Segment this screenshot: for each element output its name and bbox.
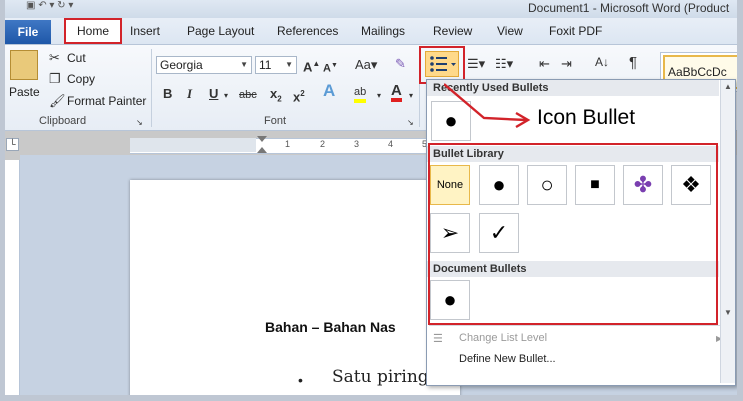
subscript-icon[interactable]: x2	[270, 87, 282, 107]
indent-marker[interactable]	[257, 136, 267, 142]
paste-icon[interactable]	[10, 50, 38, 80]
scroll-up-icon[interactable]: ▲	[724, 82, 732, 91]
strikethrough-icon[interactable]: abc	[239, 88, 257, 102]
bold-icon[interactable]: B	[163, 87, 172, 101]
multilevel-list-icon[interactable]: ☷▾	[495, 57, 513, 71]
increase-indent-icon[interactable]: ⇥	[561, 57, 572, 71]
shrink-font-icon[interactable]: A▼	[323, 59, 338, 76]
window-frame	[737, 0, 743, 401]
font-group-label: Font	[264, 115, 287, 127]
font-name-combo[interactable]: Georgia ▼	[156, 56, 252, 74]
tab-page-layout[interactable]: Page Layout	[187, 24, 254, 38]
ruler-number: 3	[354, 139, 360, 149]
chevron-down-icon: ▼	[285, 60, 293, 69]
font-launcher-icon[interactable]: ↘	[407, 116, 414, 130]
ruler-number: 4	[388, 139, 394, 149]
group-separator	[151, 49, 152, 127]
superscript-icon[interactable]: x2	[293, 87, 305, 104]
ruler-number: 2	[320, 139, 326, 149]
format-painter-button[interactable]: Format Painter	[67, 94, 146, 108]
highlight-label: ab	[354, 86, 367, 98]
define-new-bullet-item[interactable]: Define New Bullet...	[459, 353, 556, 365]
tab-mailings[interactable]: Mailings	[361, 24, 405, 38]
tab-insert[interactable]: Insert	[130, 24, 160, 38]
text-effects-icon[interactable]: A	[323, 82, 335, 99]
change-case-label: Aa	[355, 57, 371, 72]
vertical-ruler[interactable]	[5, 160, 20, 395]
quick-access-toolbar[interactable]: ▣ ↶ ▾ ↻ ▾	[26, 0, 73, 11]
window-frame	[0, 0, 5, 401]
bullets-button-inner	[425, 51, 459, 77]
paste-button[interactable]: Paste	[9, 85, 40, 99]
change-case-icon[interactable]: Aa▾	[355, 58, 377, 72]
chevron-down-icon: ▼	[240, 60, 248, 69]
tab-review[interactable]: Review	[433, 24, 472, 38]
clear-formatting-icon[interactable]: ✎	[395, 57, 406, 71]
list-level-icon: ☰	[433, 333, 443, 345]
indent-marker[interactable]	[257, 147, 267, 153]
ribbon-tabs: File Home Insert Page Layout References …	[5, 18, 737, 45]
change-list-level-item[interactable]: Change List Level	[459, 332, 547, 344]
copy-icon: ❐	[49, 71, 61, 86]
italic-icon[interactable]: I	[187, 87, 192, 101]
document-bullet: •	[298, 372, 303, 388]
window-frame	[0, 395, 743, 401]
numbering-icon[interactable]: ☰▾	[467, 57, 485, 71]
pilcrow-icon[interactable]: ¶	[629, 55, 637, 70]
font-name-value: Georgia	[160, 58, 203, 72]
chevron-down-icon[interactable]: ▾	[224, 89, 228, 103]
annotation-arrow	[444, 83, 531, 129]
bullet-library-highlight	[428, 143, 718, 325]
tab-file[interactable]: File	[5, 20, 51, 44]
scissors-icon: ✂	[49, 50, 60, 65]
font-color-label: A	[391, 82, 402, 99]
document-bullet-text[interactable]: Satu piring	[332, 367, 429, 387]
menu-separator	[429, 325, 721, 326]
copy-button[interactable]: Copy	[67, 72, 95, 86]
dropdown-scrollbar[interactable]: ▲ ▼	[720, 80, 735, 383]
sort-icon[interactable]: A↓	[595, 55, 609, 69]
word-window: ▣ ↶ ▾ ↻ ▾ Document1 - Microsoft Word (Pr…	[0, 0, 743, 401]
ruler-margin	[130, 138, 256, 152]
tab-foxit-pdf[interactable]: Foxit PDF	[549, 24, 602, 38]
underline-icon[interactable]: U	[209, 87, 218, 101]
cut-button[interactable]: Cut	[67, 51, 86, 65]
font-size-value: 11	[259, 58, 272, 72]
clipboard-group-label: Clipboard	[39, 115, 87, 127]
scroll-down-icon[interactable]: ▼	[724, 308, 732, 317]
highlight-icon[interactable]: ab	[354, 85, 367, 103]
format-painter-icon: 🖌	[49, 93, 66, 108]
font-size-combo[interactable]: 11 ▼	[255, 56, 297, 74]
chevron-down-icon[interactable]: ▾	[377, 89, 381, 103]
clipboard-launcher-icon[interactable]: ↘	[136, 116, 143, 130]
tab-references[interactable]: References	[277, 24, 338, 38]
window-title: Document1 - Microsoft Word (Product	[528, 1, 730, 15]
tab-view[interactable]: View	[497, 24, 523, 38]
decrease-indent-icon[interactable]: ⇤	[539, 57, 550, 71]
chevron-down-icon[interactable]: ▾	[409, 89, 413, 103]
title-bar: ▣ ↶ ▾ ↻ ▾ Document1 - Microsoft Word (Pr…	[0, 0, 743, 18]
grow-font-icon[interactable]: A▲	[303, 57, 320, 74]
tab-selector[interactable]: └	[6, 138, 19, 151]
bullets-icon	[430, 56, 456, 72]
ruler-number: 1	[285, 139, 291, 149]
annotation-callout: Icon Bullet	[537, 106, 636, 129]
tab-home[interactable]: Home	[64, 18, 122, 44]
font-color-icon[interactable]: A	[391, 82, 402, 102]
document-heading[interactable]: Bahan – Bahan Nas	[265, 319, 396, 335]
